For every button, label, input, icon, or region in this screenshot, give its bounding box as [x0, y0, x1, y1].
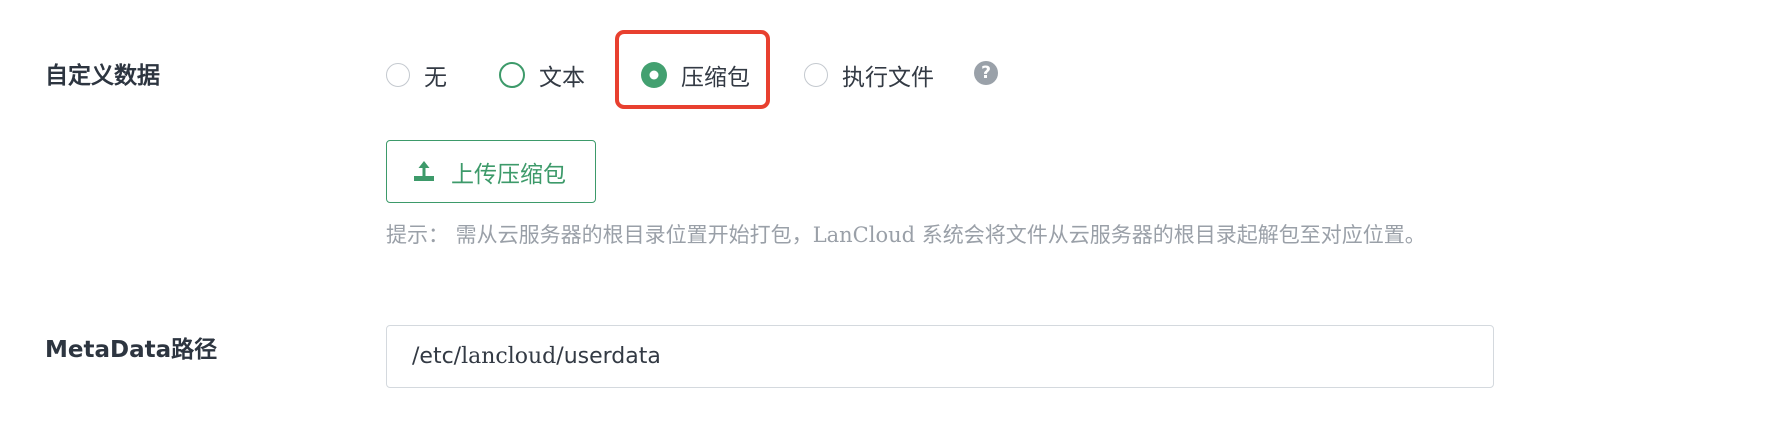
radio-label: 无: [424, 65, 447, 91]
radio-label: 执行文件: [842, 65, 934, 91]
radio-label: 压缩包: [681, 65, 750, 91]
userdata-label: 自定义数据: [45, 63, 160, 89]
radio-option-none[interactable]: 无: [386, 55, 447, 95]
hint-text: 提示： 需从云服务器的根目录位置开始打包，LanCloud 系统会将文件从云服务…: [386, 219, 1426, 249]
upload-button-label: 上传压缩包: [451, 160, 566, 187]
radio-circle-checked[interactable]: [641, 62, 667, 88]
hint-suffix: 系统会将文件从云服务器的根目录起解包至对应位置。: [915, 223, 1426, 247]
radio-option-zip[interactable]: 压缩包: [641, 55, 750, 95]
upload-icon: [414, 160, 434, 181]
hint-brand: LanCloud: [812, 223, 916, 247]
path-part-2: lancloud: [461, 344, 557, 369]
path-part-3: /userdata: [556, 344, 661, 369]
metadata-path-input[interactable]: /etc/lancloud/userdata: [386, 325, 1494, 388]
metadata-path-label: MetaData路径: [45, 337, 218, 363]
path-part-1: /etc/: [412, 344, 462, 369]
radio-option-text[interactable]: 文本: [499, 55, 585, 95]
question-circle-icon[interactable]: ?: [974, 61, 998, 85]
upload-zip-button[interactable]: 上传压缩包: [386, 140, 596, 203]
radio-circle[interactable]: [499, 62, 525, 88]
hint-prefix: 提示： 需从云服务器的根目录位置开始打包，: [386, 223, 813, 247]
radio-circle[interactable]: [804, 63, 828, 87]
radio-label: 文本: [539, 65, 585, 91]
radio-option-executable[interactable]: 执行文件: [804, 55, 934, 95]
radio-circle[interactable]: [386, 63, 410, 87]
